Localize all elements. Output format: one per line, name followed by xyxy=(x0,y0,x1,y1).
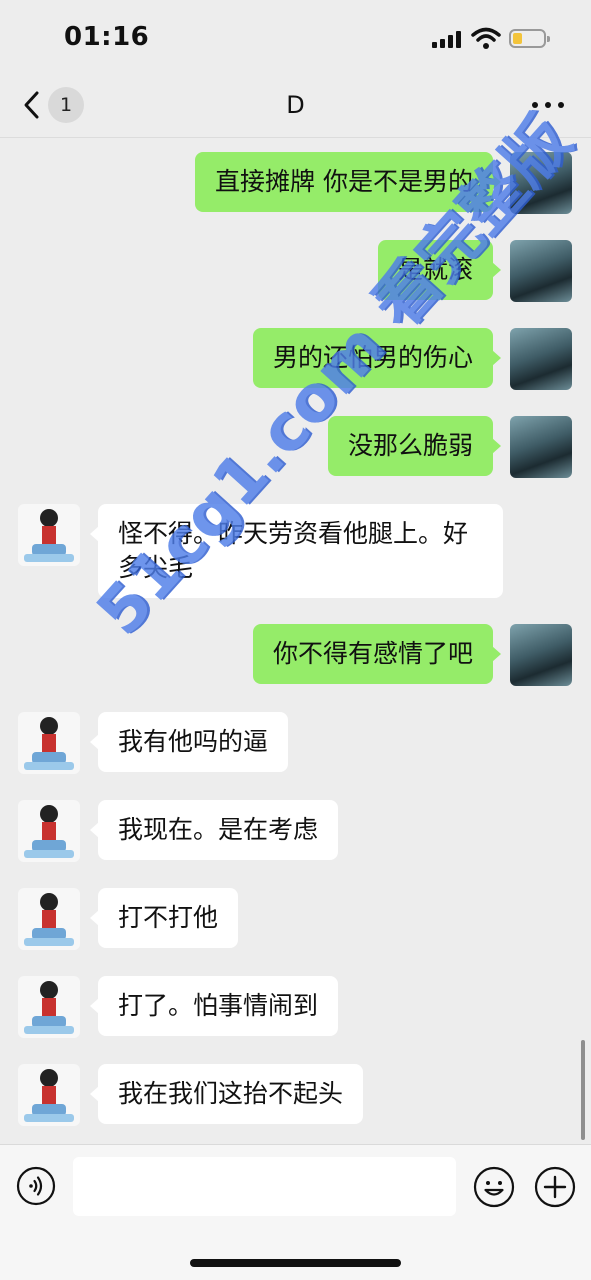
battery-icon xyxy=(509,29,550,48)
contact-avatar[interactable] xyxy=(18,712,80,774)
message-bubble-mine[interactable]: 没那么脆弱 xyxy=(327,416,502,476)
signal-icon xyxy=(432,30,462,48)
scrollbar[interactable] xyxy=(581,1040,585,1140)
contact-avatar[interactable] xyxy=(18,888,80,950)
message-bubble-mine[interactable]: 你不得有感情了吧 xyxy=(252,624,502,684)
status-time: 01:16 xyxy=(64,22,150,52)
contact-avatar[interactable] xyxy=(18,800,80,862)
message-input[interactable] xyxy=(73,1157,456,1216)
message-bubble-contact[interactable]: 我在我们这抬不起头 xyxy=(89,1064,364,1124)
home-indicator xyxy=(190,1259,401,1267)
message-bubble-contact[interactable]: 打了。怕事情闹到 xyxy=(89,976,339,1036)
plus-icon[interactable] xyxy=(534,1166,576,1208)
contact-avatar[interactable] xyxy=(18,504,80,566)
my-avatar[interactable] xyxy=(510,240,572,302)
contact-avatar[interactable] xyxy=(18,976,80,1038)
my-avatar[interactable] xyxy=(510,416,572,478)
message-bubble-contact[interactable]: 我现在。是在考虑 xyxy=(89,800,339,860)
status-bar: 01:16 xyxy=(0,0,591,78)
message-bubble-contact[interactable]: 我有他吗的逼 xyxy=(89,712,289,772)
my-avatar[interactable] xyxy=(510,328,572,390)
message-bubble-contact[interactable]: 打不打他 xyxy=(89,888,239,948)
emoji-icon[interactable] xyxy=(473,1166,515,1208)
wifi-icon xyxy=(471,27,501,49)
input-bar xyxy=(0,1144,591,1280)
my-avatar[interactable] xyxy=(510,624,572,686)
voice-icon[interactable] xyxy=(16,1166,56,1206)
contact-avatar[interactable] xyxy=(18,1064,80,1126)
